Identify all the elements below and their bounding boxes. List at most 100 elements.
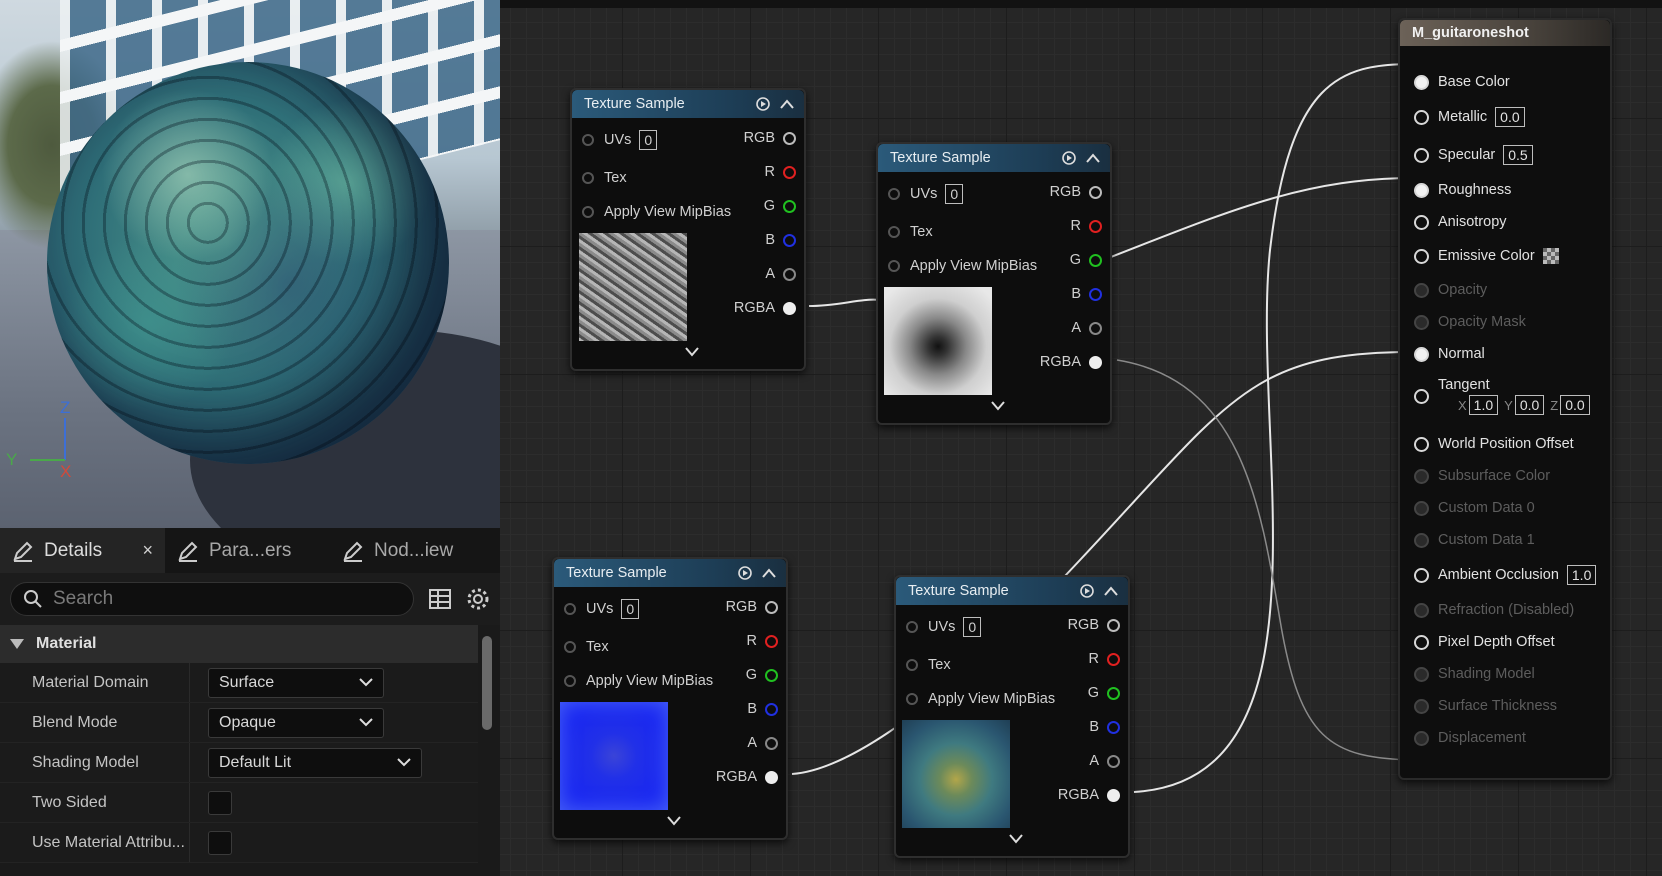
output-pin[interactable]	[1089, 185, 1102, 199]
uv-value-box[interactable]: 0	[621, 599, 640, 619]
material-input-row[interactable]: Pixel Depth Offset	[1414, 632, 1555, 652]
two-sided-checkbox[interactable]	[208, 790, 232, 815]
vector-value-box[interactable]: 0.0	[1514, 395, 1545, 415]
chevron-up-icon[interactable]	[780, 99, 794, 109]
output-pin[interactable]	[1089, 253, 1102, 267]
material-input-value[interactable]: 1.0	[1566, 565, 1597, 585]
input-pin[interactable]	[888, 226, 900, 238]
material-input-row[interactable]: Tangent X 1.0 Y 0.0 Z 0.0	[1414, 376, 1590, 416]
material-input-row[interactable]: Normal	[1414, 344, 1485, 364]
node-header[interactable]: Texture Sample	[554, 559, 786, 587]
material-input-row[interactable]: Anisotropy	[1414, 212, 1507, 232]
output-pin[interactable]	[765, 702, 778, 716]
output-pin[interactable]	[1089, 219, 1102, 233]
node-header[interactable]: Texture Sample	[572, 90, 804, 118]
texture-sample-node-1[interactable]: Texture Sample UVs 0 Tex Apply View MipBi…	[570, 88, 806, 371]
input-pin[interactable]	[1414, 214, 1429, 230]
use-material-attributes-checkbox[interactable]	[208, 830, 232, 855]
material-input-row[interactable]: Specular 0.5	[1414, 145, 1533, 165]
texture-sample-node-3[interactable]: Texture Sample UVs 0 Tex Apply View MipBi…	[552, 557, 788, 840]
material-input-row[interactable]: Displacement	[1414, 728, 1526, 748]
input-pin[interactable]	[1414, 698, 1429, 714]
input-pin[interactable]	[564, 603, 576, 615]
output-pin[interactable]	[765, 668, 778, 682]
output-pin[interactable]	[1089, 287, 1102, 301]
input-pin[interactable]	[906, 621, 918, 633]
blend-mode-dropdown[interactable]: Opaque	[208, 707, 384, 738]
output-pin[interactable]	[765, 770, 778, 784]
material-input-row[interactable]: Ambient Occlusion 1.0	[1414, 565, 1597, 585]
gear-icon[interactable]	[466, 587, 490, 611]
input-pin[interactable]	[1414, 468, 1429, 484]
material-result-node[interactable]: M_guitaroneshot Base Color Metallic 0.0 Spe…	[1398, 18, 1612, 780]
chevron-down-icon[interactable]	[1009, 834, 1023, 844]
material-input-row[interactable]: Subsurface Color	[1414, 466, 1550, 486]
material-domain-dropdown[interactable]: Surface	[208, 667, 384, 698]
preview-toggle-icon[interactable]	[738, 566, 752, 580]
output-pin[interactable]	[783, 301, 796, 315]
input-pin[interactable]	[564, 675, 576, 687]
input-pin[interactable]	[1414, 730, 1429, 746]
tab-parameters[interactable]: Para...ers	[165, 528, 330, 573]
output-pin[interactable]	[783, 165, 796, 179]
material-input-row[interactable]: Opacity	[1414, 280, 1487, 300]
chevron-up-icon[interactable]	[1086, 153, 1100, 163]
table-view-icon[interactable]	[428, 587, 452, 611]
details-scrollbar[interactable]	[482, 636, 492, 730]
chevron-down-icon[interactable]	[991, 401, 1005, 411]
input-pin[interactable]	[1414, 282, 1429, 298]
chevron-down-icon[interactable]	[685, 347, 699, 357]
material-input-row[interactable]: Opacity Mask	[1414, 312, 1526, 332]
material-input-row[interactable]: Refraction (Disabled)	[1414, 600, 1574, 620]
vector-value-box[interactable]: 0.0	[1560, 395, 1590, 415]
tab-node-preview[interactable]: Nod...iew	[330, 528, 495, 573]
color-swatch[interactable]	[1542, 248, 1559, 264]
output-pin[interactable]	[1107, 686, 1120, 700]
texture-sample-node-4[interactable]: Texture Sample UVs 0 Tex Apply View MipBi…	[894, 575, 1130, 858]
input-pin[interactable]	[1414, 314, 1429, 330]
node-header[interactable]: Texture Sample	[878, 144, 1110, 172]
uv-value-box[interactable]: 0	[963, 617, 982, 637]
output-pin[interactable]	[783, 233, 796, 247]
material-input-row[interactable]: Metallic 0.0	[1414, 107, 1525, 127]
input-pin[interactable]	[888, 188, 900, 200]
material-input-row[interactable]: Surface Thickness	[1414, 696, 1557, 716]
output-pin[interactable]	[783, 267, 796, 281]
material-node-header[interactable]: M_guitaroneshot	[1400, 20, 1610, 46]
close-tab-icon[interactable]: ×	[142, 540, 153, 561]
input-pin[interactable]	[1414, 500, 1429, 516]
input-pin[interactable]	[1414, 634, 1429, 650]
input-pin[interactable]	[582, 206, 594, 218]
input-pin[interactable]	[1414, 109, 1429, 125]
input-pin[interactable]	[1414, 388, 1429, 404]
uv-value-box[interactable]: 0	[945, 184, 964, 204]
material-input-value[interactable]: 0.0	[1495, 107, 1525, 127]
input-pin[interactable]	[1414, 436, 1429, 452]
output-pin[interactable]	[1107, 754, 1120, 768]
input-pin[interactable]	[906, 659, 918, 671]
input-pin[interactable]	[1414, 602, 1429, 618]
output-pin[interactable]	[783, 199, 796, 213]
input-pin[interactable]	[1414, 346, 1429, 362]
chevron-down-icon[interactable]	[667, 816, 681, 826]
input-pin[interactable]	[1414, 532, 1429, 548]
output-pin[interactable]	[1107, 652, 1120, 666]
preview-toggle-icon[interactable]	[756, 97, 770, 111]
input-pin[interactable]	[582, 134, 594, 146]
input-pin[interactable]	[564, 641, 576, 653]
preview-toggle-icon[interactable]	[1062, 151, 1076, 165]
input-pin[interactable]	[888, 260, 900, 272]
category-header-material[interactable]: Material	[0, 625, 478, 663]
input-pin[interactable]	[1414, 74, 1429, 90]
material-preview-viewport[interactable]: Z Y X	[0, 0, 500, 528]
vector-value-box[interactable]: 1.0	[1468, 395, 1499, 415]
input-pin[interactable]	[1414, 666, 1429, 682]
material-input-value[interactable]: 0.5	[1503, 145, 1533, 165]
output-pin[interactable]	[765, 634, 778, 648]
output-pin[interactable]	[1107, 788, 1120, 802]
output-pin[interactable]	[783, 131, 796, 145]
input-pin[interactable]	[582, 172, 594, 184]
output-pin[interactable]	[1089, 321, 1102, 335]
input-pin[interactable]	[1414, 248, 1429, 264]
shading-model-dropdown[interactable]: Default Lit	[208, 747, 422, 778]
